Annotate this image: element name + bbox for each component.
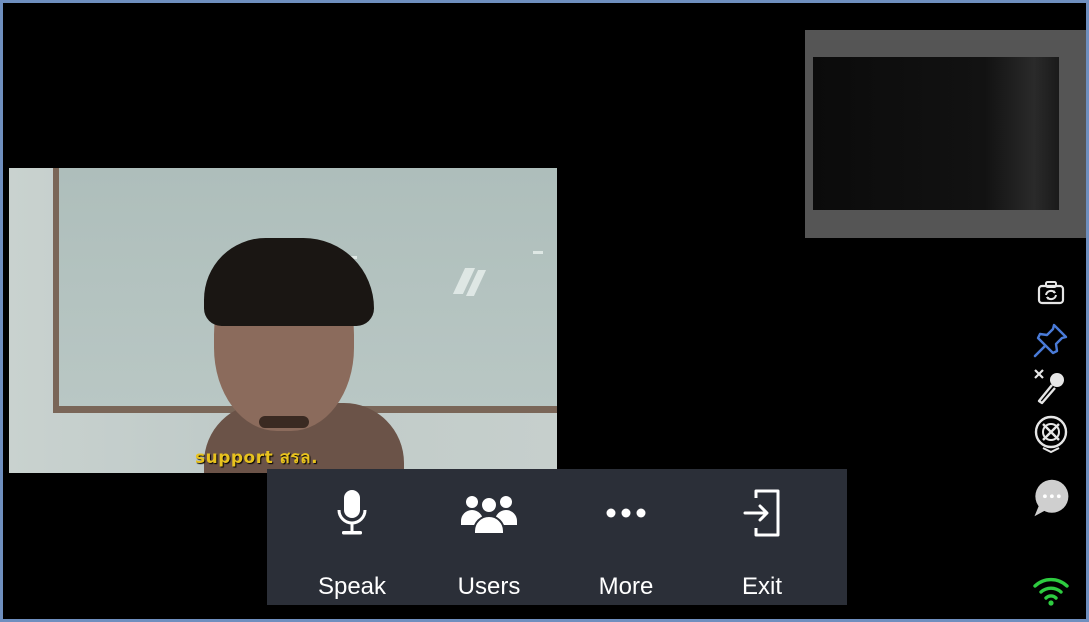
- users-label: Users: [457, 573, 521, 600]
- more-button[interactable]: More: [571, 469, 681, 605]
- participant-name-label: support สรล.: [195, 448, 319, 468]
- microphone-icon: [337, 490, 367, 535]
- mute-mic-button[interactable]: [1031, 369, 1071, 405]
- self-preview[interactable]: [805, 30, 1086, 238]
- speak-label: Speak: [317, 573, 387, 600]
- wifi-signal-icon: [1033, 577, 1069, 606]
- participant-video[interactable]: support สรล.: [9, 168, 557, 473]
- chat-button[interactable]: [1031, 473, 1071, 523]
- users-icon: [461, 496, 517, 535]
- exit-button[interactable]: Exit: [707, 469, 817, 605]
- pin-icon: [1033, 323, 1068, 358]
- chat-icon: [1034, 479, 1069, 517]
- self-preview-video: [813, 57, 1059, 210]
- video-off-icon: [1034, 415, 1068, 454]
- more-label: More: [598, 573, 654, 600]
- users-button[interactable]: Users: [434, 469, 544, 605]
- pin-button[interactable]: [1031, 322, 1071, 358]
- video-call-window: support สรล. Speak Users More Exit: [0, 0, 1089, 622]
- speak-button[interactable]: Speak: [297, 469, 407, 605]
- person-mustache: [259, 416, 309, 428]
- network-status: [1031, 573, 1071, 609]
- exit-icon: [743, 489, 780, 537]
- call-toolbar: Speak Users More Exit: [267, 469, 847, 605]
- more-dots-icon: [606, 508, 646, 518]
- switch-camera-icon: [1037, 281, 1065, 305]
- exit-label: Exit: [741, 573, 782, 600]
- mic-muted-icon: [1034, 369, 1064, 405]
- switch-camera-button[interactable]: [1031, 275, 1071, 311]
- video-off-button[interactable]: [1031, 415, 1071, 454]
